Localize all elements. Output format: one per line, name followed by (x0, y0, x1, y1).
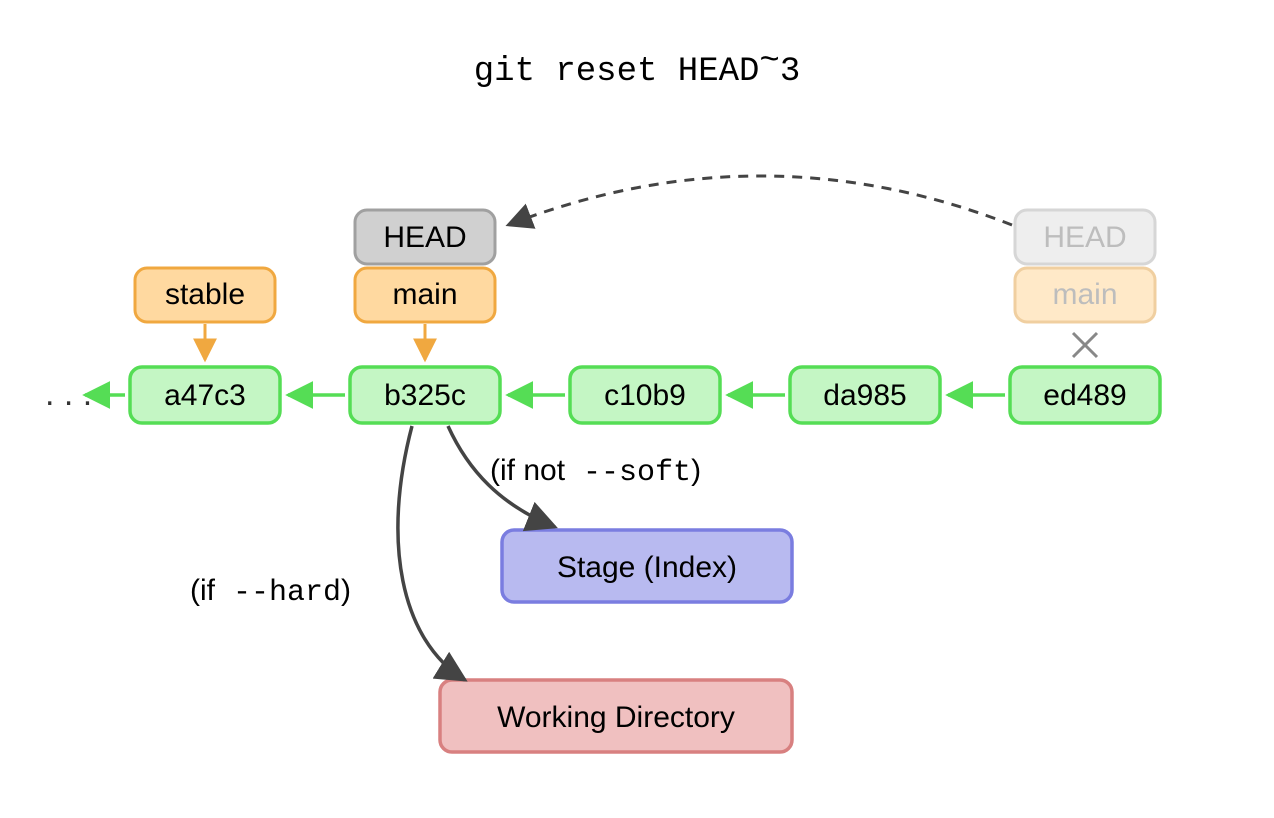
arrow-head-move (508, 176, 1012, 225)
svg-text:c10b9: c10b9 (604, 379, 686, 412)
svg-text:stable: stable (165, 278, 245, 311)
label-if-hard: (if --hard) (190, 574, 351, 610)
ref-head-old: HEAD (1015, 210, 1155, 264)
arrow-to-wd (398, 426, 465, 680)
svg-text:Stage (Index): Stage (Index) (557, 551, 737, 584)
ref-main: main (355, 268, 495, 322)
svg-text:Working Directory: Working Directory (497, 701, 735, 734)
svg-text:main: main (392, 278, 457, 311)
ref-stable: stable (135, 268, 275, 322)
svg-text:HEAD: HEAD (1043, 221, 1126, 254)
ref-head: HEAD (355, 210, 495, 264)
stage-index-box: Stage (Index) (502, 530, 792, 602)
removed-pointer-x-icon (1073, 333, 1097, 357)
svg-text:b325c: b325c (384, 379, 466, 412)
svg-text:HEAD: HEAD (383, 221, 466, 254)
commit-ed489: ed489 (1010, 367, 1160, 423)
svg-text:a47c3: a47c3 (164, 379, 246, 412)
working-directory-box: Working Directory (440, 680, 792, 752)
commit-da985: da985 (790, 367, 940, 423)
git-reset-diagram: git reset HEAD~3 . . . a47c3 b325c c10b9… (0, 0, 1274, 818)
svg-text:ed489: ed489 (1043, 379, 1126, 412)
ref-main-old: main (1015, 268, 1155, 322)
svg-text:main: main (1052, 278, 1117, 311)
commit-c10b9: c10b9 (570, 367, 720, 423)
commit-b325c: b325c (350, 367, 500, 423)
label-if-not-soft: (if not --soft) (490, 454, 701, 490)
diagram-title: git reset HEAD~3 (474, 43, 800, 91)
svg-text:da985: da985 (823, 379, 906, 412)
commit-a47c3: a47c3 (130, 367, 280, 423)
